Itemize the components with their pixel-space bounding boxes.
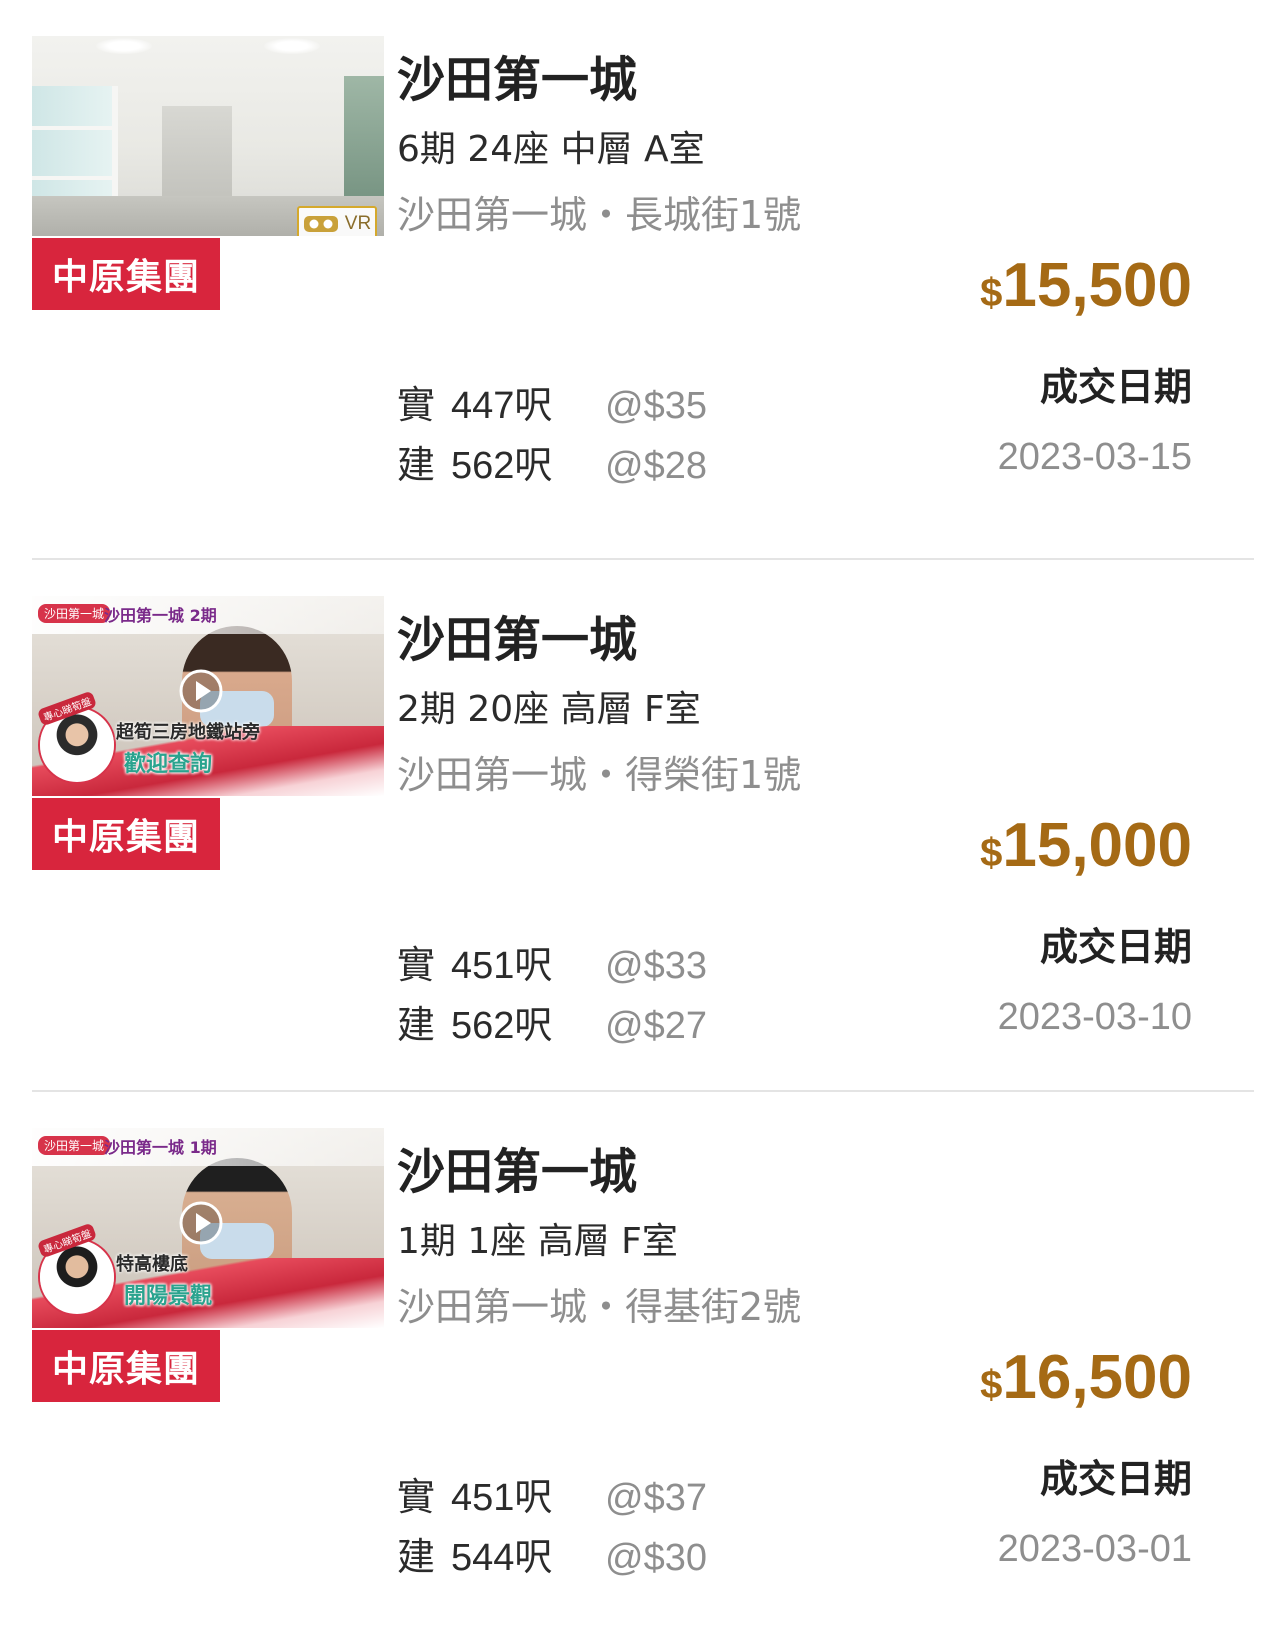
area-size: 562呎 — [451, 1005, 553, 1047]
deal-date: 2023-03-01 — [997, 1528, 1192, 1570]
play-icon[interactable] — [178, 668, 224, 714]
gross-area-row: 建 562呎 @$28 — [397, 434, 707, 489]
address: 沙田第一城・得基街2號 — [397, 1285, 802, 1329]
area-type-label: 實 — [397, 943, 436, 987]
deal-date-label: 成交日期 — [1039, 1457, 1192, 1501]
price: $15,500 — [980, 250, 1192, 321]
photo-lamp — [96, 38, 152, 54]
price-per-foot: @$28 — [605, 445, 707, 487]
unit-info: 6期 24座 中層 A室 — [397, 129, 705, 170]
video-title: 沙田第一城 2期 — [104, 606, 217, 625]
agency-badge[interactable]: 中原集團 — [32, 798, 220, 870]
video-tag: 沙田第一城 — [38, 1136, 111, 1155]
area-type-label: 建 — [397, 443, 436, 487]
deal-date: 2023-03-15 — [997, 436, 1192, 478]
area-size: 447呎 — [451, 385, 553, 427]
listing-video-thumbnail[interactable]: 沙田第一城 沙田第一城 2期 專心睇筍盤 超筍三房地鐵站旁 歡迎查詢 — [32, 596, 384, 796]
area-type-label: 實 — [397, 1475, 436, 1519]
estate-name[interactable]: 沙田第一城 — [397, 600, 637, 670]
price-amount: 16,500 — [1002, 1343, 1192, 1412]
play-icon[interactable] — [178, 1200, 224, 1246]
price-per-foot: @$30 — [605, 1537, 707, 1579]
price-amount: 15,500 — [1002, 251, 1192, 320]
area-size: 562呎 — [451, 445, 553, 487]
video-caption: 特高樓底 — [116, 1254, 188, 1275]
gross-area-row: 建 544呎 @$30 — [397, 1526, 707, 1581]
video-title: 沙田第一城 1期 — [104, 1138, 217, 1157]
unit-info: 2期 20座 高層 F室 — [397, 689, 701, 730]
vr-goggles-icon — [303, 216, 338, 232]
area-type-label: 建 — [397, 1003, 436, 1047]
vr-badge[interactable]: VR — [297, 206, 377, 236]
listing-card[interactable]: 沙田第一城 沙田第一城 2期 專心睇筍盤 超筍三房地鐵站旁 歡迎查詢 中原集團 … — [0, 560, 1284, 1092]
price-amount: 15,000 — [1002, 811, 1192, 880]
listing-photo[interactable]: VR — [32, 36, 384, 236]
deal-date: 2023-03-10 — [997, 996, 1192, 1038]
deal-date-label: 成交日期 — [1039, 925, 1192, 969]
video-tag: 沙田第一城 — [38, 604, 111, 623]
estate-name[interactable]: 沙田第一城 — [397, 1132, 637, 1202]
price: $15,000 — [980, 810, 1192, 881]
listing-video-thumbnail[interactable]: 沙田第一城 沙田第一城 1期 專心睇筍盤 特高樓底 開陽景觀 — [32, 1128, 384, 1328]
price-per-foot: @$27 — [605, 1005, 707, 1047]
area-size: 544呎 — [451, 1537, 553, 1579]
saleable-area-row: 實 451呎 @$37 — [397, 1466, 707, 1521]
video-caption: 超筍三房地鐵站旁 — [116, 722, 260, 743]
agency-badge[interactable]: 中原集團 — [32, 238, 220, 310]
vr-label: VR — [344, 213, 372, 234]
saleable-area-row: 實 451呎 @$33 — [397, 934, 707, 989]
agency-badge[interactable]: 中原集團 — [32, 1330, 220, 1402]
listing-card[interactable]: 沙田第一城 沙田第一城 1期 專心睇筍盤 特高樓底 開陽景觀 中原集團 沙田第一… — [0, 1092, 1284, 1642]
price-per-foot: @$33 — [605, 945, 707, 987]
area-size: 451呎 — [451, 1477, 553, 1519]
saleable-area-row: 實 447呎 @$35 — [397, 374, 707, 429]
listing-card[interactable]: VR 中原集團 沙田第一城 6期 24座 中層 A室 沙田第一城・長城街1號 $… — [0, 0, 1284, 560]
deal-date-label: 成交日期 — [1039, 365, 1192, 409]
address: 沙田第一城・得榮街1號 — [397, 753, 802, 797]
price-per-foot: @$37 — [605, 1477, 707, 1519]
address: 沙田第一城・長城街1號 — [397, 193, 802, 237]
unit-info: 1期 1座 高層 F室 — [397, 1221, 678, 1262]
estate-name[interactable]: 沙田第一城 — [397, 40, 637, 110]
price-currency: $ — [980, 1363, 1003, 1407]
photo-lamp — [264, 38, 320, 54]
area-type-label: 實 — [397, 383, 436, 427]
area-type-label: 建 — [397, 1535, 436, 1579]
price-currency: $ — [980, 831, 1003, 875]
price: $16,500 — [980, 1342, 1192, 1413]
video-caption-highlight: 歡迎查詢 — [124, 752, 213, 777]
price-currency: $ — [980, 271, 1003, 315]
video-caption-highlight: 開陽景觀 — [124, 1284, 213, 1309]
area-size: 451呎 — [451, 945, 553, 987]
price-per-foot: @$35 — [605, 385, 707, 427]
gross-area-row: 建 562呎 @$27 — [397, 994, 707, 1049]
